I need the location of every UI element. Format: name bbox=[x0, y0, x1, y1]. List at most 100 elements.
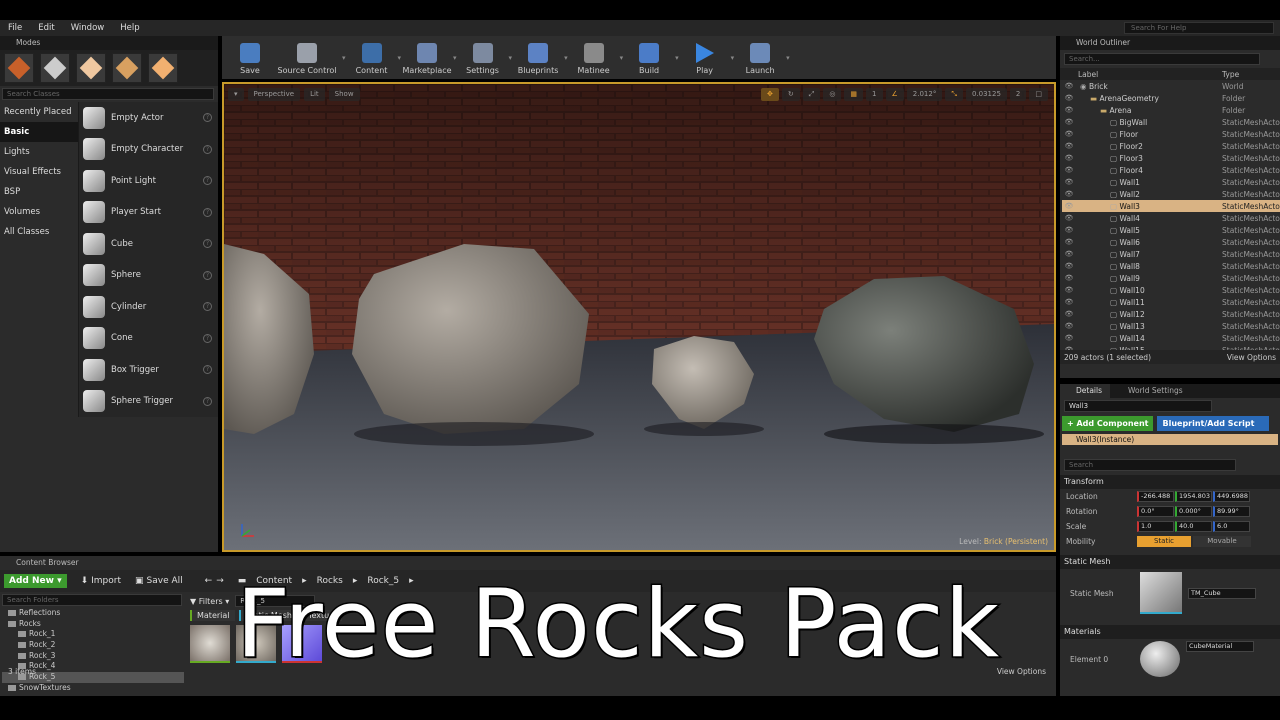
outliner-row-floor4[interactable]: 👁 ▢ Floor4 StaticMeshActor bbox=[1062, 164, 1280, 176]
outliner-row-floor2[interactable]: 👁 ▢ Floor2 StaticMeshActor bbox=[1062, 140, 1280, 152]
menu-window[interactable]: Window bbox=[63, 23, 113, 33]
build-button[interactable]: Build bbox=[625, 38, 673, 78]
rotation-label[interactable]: Rotation bbox=[1066, 507, 1136, 516]
save-button[interactable]: Save bbox=[226, 38, 274, 78]
category-lights[interactable]: Lights bbox=[0, 142, 78, 162]
visibility-eye-icon[interactable]: 👁 bbox=[1062, 130, 1076, 138]
visibility-eye-icon[interactable]: 👁 bbox=[1062, 238, 1076, 246]
outliner-row-floor[interactable]: 👁 ▢ Floor StaticMeshActor bbox=[1062, 128, 1280, 140]
visibility-eye-icon[interactable]: 👁 bbox=[1062, 94, 1076, 102]
rotation-x-field[interactable]: 0.0° bbox=[1137, 506, 1174, 517]
visibility-eye-icon[interactable]: 👁 bbox=[1062, 334, 1076, 342]
location-label[interactable]: Location bbox=[1066, 492, 1136, 501]
source-control-button[interactable]: Source Control bbox=[274, 38, 340, 78]
toolbar-dropdown-icon[interactable]: ▾ bbox=[398, 54, 402, 62]
folder-reflections[interactable]: Reflections bbox=[2, 608, 184, 619]
outliner-row-wall13[interactable]: 👁 ▢ Wall13 StaticMeshActor bbox=[1062, 320, 1280, 332]
outliner-row-wall6[interactable]: 👁 ▢ Wall6 StaticMeshActor bbox=[1062, 236, 1280, 248]
content-browser-tab[interactable]: Content Browser bbox=[0, 556, 80, 570]
rotation-y-field[interactable]: 0.000° bbox=[1175, 506, 1212, 517]
outliner-row-wall5[interactable]: 👁 ▢ Wall5 StaticMeshActor bbox=[1062, 224, 1280, 236]
outliner-row-arenageometry[interactable]: 👁 ▬ ArenaGeometry Folder bbox=[1062, 92, 1280, 104]
outliner-row-floor3[interactable]: 👁 ▢ Floor3 StaticMeshActor bbox=[1062, 152, 1280, 164]
material-thumbnail[interactable] bbox=[1140, 641, 1180, 677]
place-item-cylinder[interactable]: Cylinder? bbox=[79, 291, 218, 323]
grid-snap-value[interactable]: 1 bbox=[866, 88, 883, 101]
asset-material-thumbnail[interactable] bbox=[190, 625, 230, 663]
category-recently-placed[interactable]: Recently Placed bbox=[0, 102, 78, 122]
place-item-sphere[interactable]: Sphere? bbox=[79, 260, 218, 292]
actor-name-field[interactable]: Wall3 bbox=[1064, 400, 1212, 412]
menu-edit[interactable]: Edit bbox=[30, 23, 62, 33]
static-mesh-thumbnail[interactable] bbox=[1140, 572, 1182, 614]
show-button[interactable]: Show bbox=[328, 88, 360, 101]
outliner-row-wall9[interactable]: 👁 ▢ Wall9 StaticMeshActor bbox=[1062, 272, 1280, 284]
place-item-box-trigger[interactable]: Box Trigger? bbox=[79, 354, 218, 386]
toolbar-dropdown-icon[interactable]: ▾ bbox=[342, 54, 346, 62]
viewport-options-button[interactable]: ▾ bbox=[228, 88, 244, 101]
search-classes-input[interactable]: Search Classes bbox=[2, 88, 214, 100]
add-new-button[interactable]: Add New ▾ bbox=[4, 574, 67, 588]
help-icon[interactable]: ? bbox=[203, 207, 212, 217]
outliner-row-wall14[interactable]: 👁 ▢ Wall14 StaticMeshActor bbox=[1062, 332, 1280, 344]
material-picker[interactable]: CubeMaterial bbox=[1186, 641, 1254, 652]
outliner-row-wall10[interactable]: 👁 ▢ Wall10 StaticMeshActor bbox=[1062, 284, 1280, 296]
toolbar-dropdown-icon[interactable]: ▾ bbox=[675, 54, 679, 62]
geometry-mode-icon[interactable] bbox=[148, 53, 178, 83]
mobility-static-button[interactable]: Static bbox=[1137, 536, 1191, 547]
search-folders-input[interactable]: Search Folders bbox=[2, 594, 182, 606]
outliner-row-arena[interactable]: 👁 ▬ Arena Folder bbox=[1062, 104, 1280, 116]
help-icon[interactable]: ? bbox=[203, 176, 212, 186]
help-icon[interactable]: ? bbox=[203, 144, 212, 154]
viewport[interactable]: ▾ Perspective Lit Show ✥ ↻ ⤢ ◎ ▦ 1 ∠ 2.0… bbox=[222, 82, 1056, 552]
place-item-player-start[interactable]: Player Start? bbox=[79, 197, 218, 229]
outliner-row-wall12[interactable]: 👁 ▢ Wall12 StaticMeshActor bbox=[1062, 308, 1280, 320]
visibility-eye-icon[interactable]: 👁 bbox=[1062, 322, 1076, 330]
translate-tool-icon[interactable]: ✥ bbox=[760, 88, 779, 101]
visibility-eye-icon[interactable]: 👁 bbox=[1062, 274, 1076, 282]
help-icon[interactable]: ? bbox=[203, 302, 212, 312]
help-icon[interactable]: ? bbox=[203, 396, 212, 406]
location-y-field[interactable]: 1954.803 bbox=[1175, 491, 1212, 502]
place-mode-icon[interactable] bbox=[4, 53, 34, 83]
visibility-eye-icon[interactable]: 👁 bbox=[1062, 262, 1076, 270]
visibility-eye-icon[interactable]: 👁 bbox=[1062, 250, 1076, 258]
component-instance-row[interactable]: Wall3(Instance) bbox=[1062, 434, 1278, 445]
camera-speed-value[interactable]: 2 bbox=[1009, 88, 1027, 101]
content-button[interactable]: Content bbox=[348, 38, 396, 78]
paint-mode-icon[interactable] bbox=[40, 53, 70, 83]
save-all-button[interactable]: ▣ Save All bbox=[135, 576, 183, 586]
visibility-eye-icon[interactable]: 👁 bbox=[1062, 166, 1076, 174]
help-search-input[interactable]: Search For Help bbox=[1124, 22, 1274, 34]
folder-rock-1[interactable]: Rock_1 bbox=[2, 629, 184, 640]
toolbar-dropdown-icon[interactable]: ▾ bbox=[564, 54, 568, 62]
transform-section-header[interactable]: Transform bbox=[1060, 475, 1280, 489]
rotation-z-field[interactable]: 89.99° bbox=[1213, 506, 1250, 517]
category-basic[interactable]: Basic bbox=[0, 122, 78, 142]
menu-file[interactable]: File bbox=[0, 23, 30, 33]
rotate-tool-icon[interactable]: ↻ bbox=[781, 88, 800, 101]
back-arrow-icon[interactable]: ← bbox=[205, 576, 213, 586]
place-item-point-light[interactable]: Point Light? bbox=[79, 165, 218, 197]
blueprint-add-script-button[interactable]: Blueprint/Add Script bbox=[1157, 416, 1270, 431]
outliner-row-wall11[interactable]: 👁 ▢ Wall11 StaticMeshActor bbox=[1062, 296, 1280, 308]
toolbar-dropdown-icon[interactable]: ▾ bbox=[453, 54, 457, 62]
play-button[interactable]: Play bbox=[681, 38, 729, 78]
visibility-eye-icon[interactable]: 👁 bbox=[1062, 346, 1076, 350]
scale-label[interactable]: Scale bbox=[1066, 522, 1136, 531]
scale-z-field[interactable]: 6.0 bbox=[1213, 521, 1250, 532]
place-item-empty-actor[interactable]: Empty Actor? bbox=[79, 102, 218, 134]
outliner-row-wall8[interactable]: 👁 ▢ Wall8 StaticMeshActor bbox=[1062, 260, 1280, 272]
rot-snap-icon[interactable]: ∠ bbox=[885, 88, 904, 101]
scale-tool-icon[interactable]: ⤢ bbox=[802, 88, 821, 101]
visibility-eye-icon[interactable]: 👁 bbox=[1062, 202, 1076, 210]
visibility-eye-icon[interactable]: 👁 bbox=[1062, 190, 1076, 198]
toolbar-dropdown-icon[interactable]: ▾ bbox=[731, 54, 735, 62]
scale-y-field[interactable]: 40.0 bbox=[1175, 521, 1212, 532]
foliage-mode-icon[interactable] bbox=[112, 53, 142, 83]
outliner-view-options[interactable]: View Options bbox=[1227, 353, 1276, 362]
type-filter-material[interactable]: Material bbox=[190, 610, 235, 621]
place-item-cube[interactable]: Cube? bbox=[79, 228, 218, 260]
add-component-button[interactable]: + Add Component bbox=[1062, 416, 1154, 431]
marketplace-button[interactable]: Marketplace bbox=[403, 38, 452, 78]
